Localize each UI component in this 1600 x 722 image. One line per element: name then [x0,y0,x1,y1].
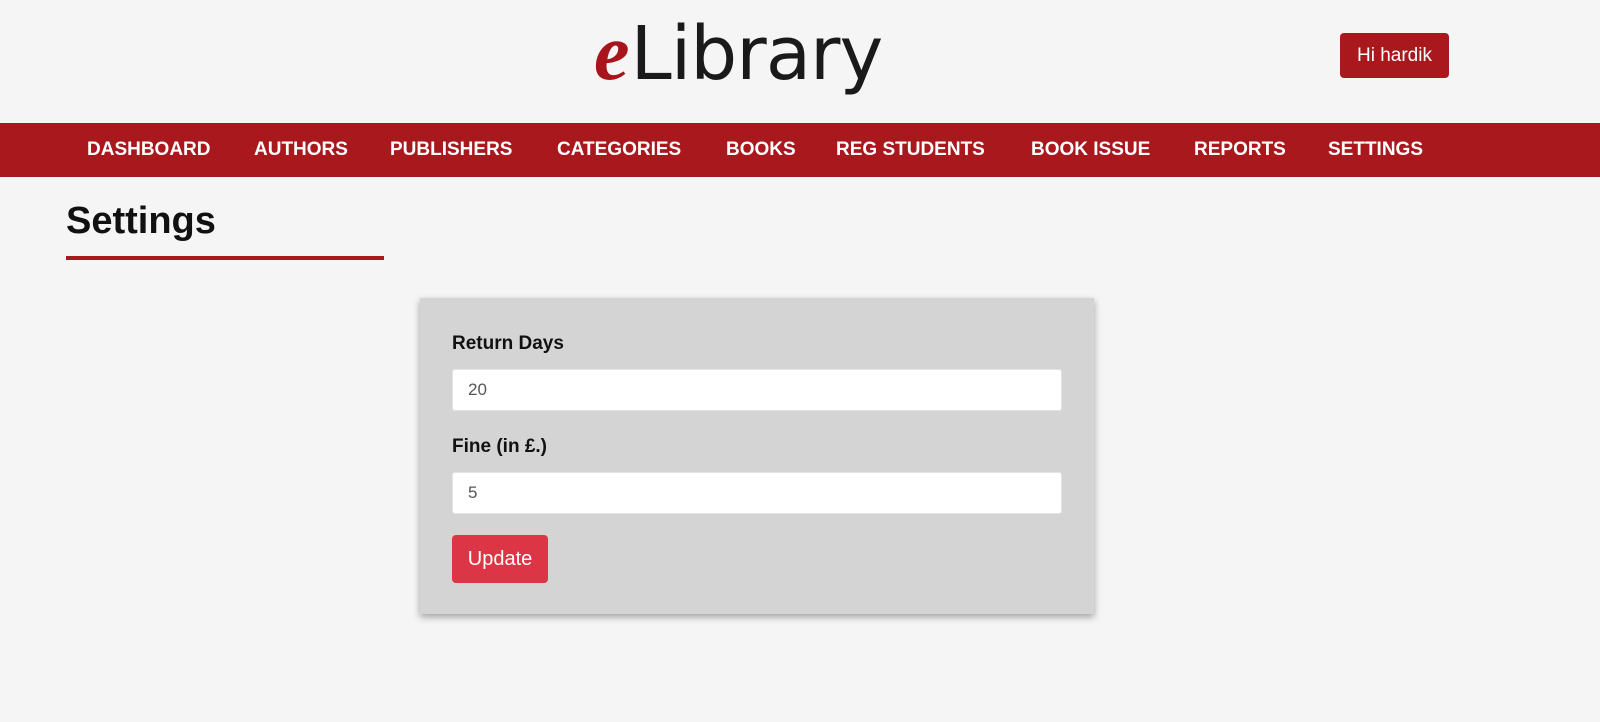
nav-settings[interactable]: SETTINGS [1328,123,1423,177]
fine-label: Fine (in £.) [452,436,547,457]
return-days-label: Return Days [452,333,564,354]
elibrary-logo[interactable]: eLibrary [594,8,884,99]
logo-text: Library [630,11,884,97]
logo-e: e [594,9,630,97]
settings-card: Return Days Fine (in £.) Update [420,298,1094,614]
page-title: Settings [66,200,216,242]
update-button[interactable]: Update [452,535,548,583]
return-days-input[interactable] [452,369,1062,411]
header: eLibrary Hi hardik [0,0,1600,123]
nav-books[interactable]: BOOKS [726,123,796,177]
nav-categories[interactable]: CATEGORIES [557,123,681,177]
nav-book-issue[interactable]: BOOK ISSUE [1031,123,1150,177]
fine-input[interactable] [452,472,1062,514]
user-menu-button[interactable]: Hi hardik [1340,33,1449,78]
nav-publishers[interactable]: PUBLISHERS [390,123,512,177]
nav-dashboard[interactable]: DASHBOARD [87,123,211,177]
title-underline [66,256,384,260]
nav-authors[interactable]: AUTHORS [254,123,348,177]
nav-reports[interactable]: REPORTS [1194,123,1286,177]
main-navbar: DASHBOARD AUTHORS PUBLISHERS CATEGORIES … [0,123,1600,177]
nav-reg-students[interactable]: REG STUDENTS [836,123,985,177]
